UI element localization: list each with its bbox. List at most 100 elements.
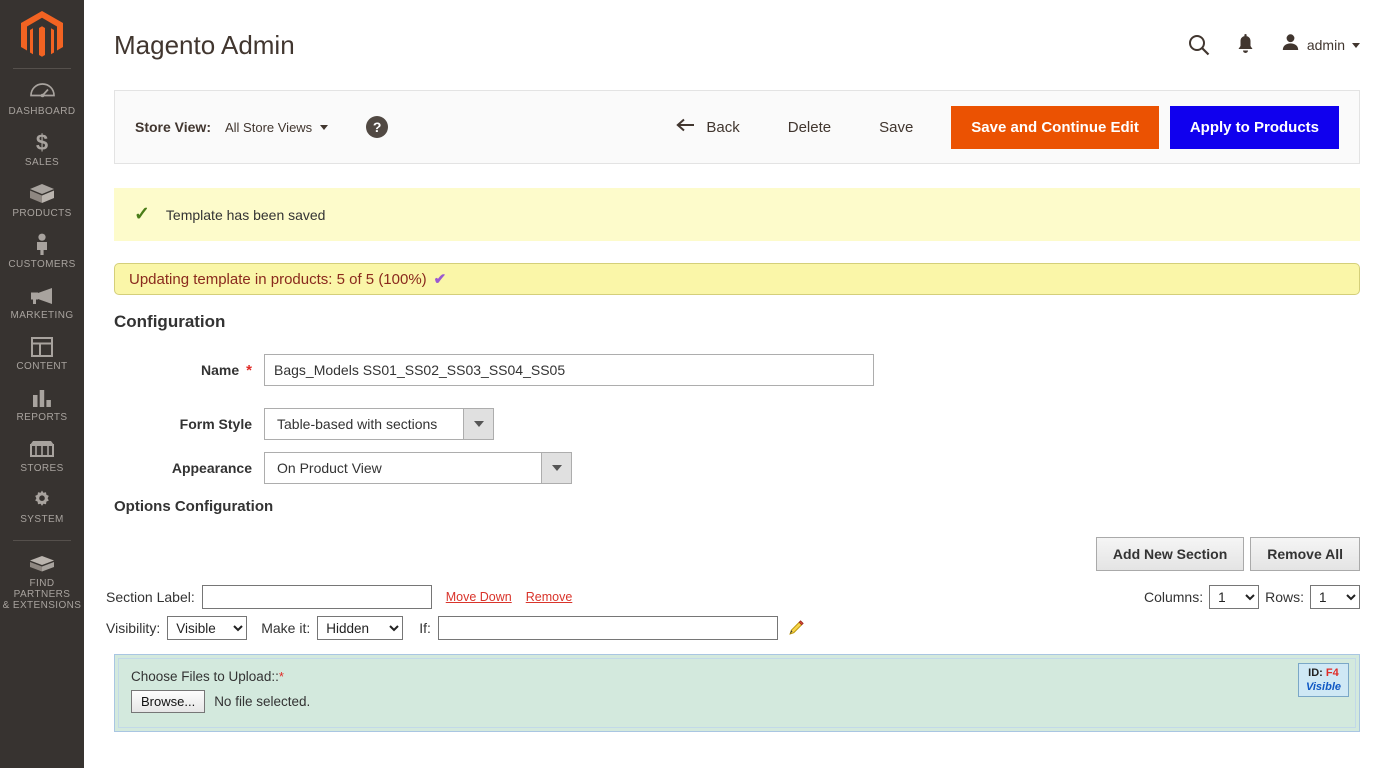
appearance-label: Appearance — [171, 460, 252, 476]
apply-to-products-button[interactable]: Apply to Products — [1169, 105, 1339, 149]
field-id-line: ID: F4 — [1306, 666, 1341, 680]
pencil-icon[interactable] — [786, 618, 806, 638]
visibility-select[interactable]: Visible — [167, 616, 248, 640]
magento-logo-icon[interactable] — [19, 10, 65, 60]
columns-rows-controls: Columns: 1 Rows: 1 — [1144, 585, 1360, 609]
page-title: Magento Admin — [114, 29, 295, 60]
field-id-prefix: ID: — [1308, 667, 1323, 679]
form-style-select[interactable]: Table-based with sections — [264, 408, 494, 440]
name-input[interactable] — [264, 354, 874, 386]
section-label-input[interactable] — [201, 585, 432, 609]
rows-label: Rows: — [1265, 589, 1304, 605]
store-view-select[interactable]: All Store Views — [225, 119, 329, 135]
sidebar-item-label: PRODUCTS — [12, 208, 72, 219]
remove-all-button[interactable]: Remove All — [1250, 537, 1360, 571]
form-style-label: Form Style — [179, 416, 252, 432]
save-button[interactable]: Save — [855, 119, 937, 136]
bar-chart-icon — [31, 386, 53, 409]
form-style-row: Form Style Table-based with sections — [84, 408, 1385, 440]
sidebar-item-label: MARKETING — [10, 310, 74, 321]
remove-link[interactable]: Remove — [526, 590, 573, 604]
sidebar-item-label: CUSTOMERS — [8, 259, 76, 270]
sidebar-item-sales[interactable]: $ SALES — [0, 124, 84, 175]
extension-icon — [29, 552, 55, 575]
page-actions-toolbar: Store View: All Store Views ? Back Delet… — [114, 90, 1360, 164]
columns-label: Columns: — [1143, 589, 1204, 605]
svg-text:$: $ — [36, 131, 48, 154]
delete-button-label: Delete — [787, 118, 832, 136]
delete-button[interactable]: Delete — [764, 119, 855, 136]
columns-select[interactable]: 1 — [1209, 585, 1260, 609]
toolbar-buttons: Back Delete Save Save and Continue Edit … — [652, 105, 1339, 149]
visibility-label: Visibility: — [106, 620, 161, 636]
sidebar-item-reports[interactable]: REPORTS — [0, 379, 84, 430]
file-input-row: Browse... No file selected. — [131, 690, 1343, 713]
browse-button[interactable]: Browse... — [131, 690, 206, 713]
sidebar-item-find-partners[interactable]: FIND PARTNERS & EXTENSIONS — [0, 545, 84, 618]
admin-user-menu[interactable]: admin — [1281, 33, 1360, 57]
sidebar-item-label: STORES — [20, 463, 64, 474]
storefront-icon — [29, 437, 55, 460]
sidebar-item-label: FIND PARTNERS & EXTENSIONS — [2, 578, 82, 611]
sidebar-item-label: SALES — [24, 157, 60, 168]
name-label-text: Name — [201, 362, 240, 378]
visibility-row: Visibility: Visible Make it: Hidden If: — [84, 616, 1385, 640]
sidebar-item-content[interactable]: CONTENT — [0, 328, 84, 379]
sidebar-item-customers[interactable]: CUSTOMERS — [0, 226, 84, 277]
sidebar-item-products[interactable]: PRODUCTS — [0, 175, 84, 226]
add-new-section-button[interactable]: Add New Section — [1095, 537, 1245, 571]
gear-icon — [31, 488, 53, 511]
main-content: Magento Admin admin Store View: All Stor… — [84, 0, 1385, 768]
required-asterisk: * — [246, 361, 252, 379]
field-id-value: F4 — [1325, 667, 1339, 679]
sidebar-item-label: DASHBOARD — [8, 106, 76, 117]
section-editor: Section Label: Move Down Remove Columns:… — [84, 585, 1385, 640]
move-down-link[interactable]: Move Down — [446, 590, 512, 604]
form-style-value: Table-based with sections — [277, 416, 438, 432]
field-id-badge: ID: F4 Visible — [1297, 663, 1349, 697]
appearance-select[interactable]: On Product View — [264, 452, 572, 484]
progress-message-text: Updating template in products: 5 of 5 (1… — [129, 270, 427, 288]
search-icon[interactable] — [1188, 34, 1210, 56]
check-icon: ✓ — [134, 204, 150, 225]
page-header: Magento Admin admin — [84, 0, 1385, 90]
layout-icon — [31, 335, 53, 358]
section-toolbar: Add New Section Remove All — [84, 537, 1360, 571]
sidebar-item-label: REPORTS — [16, 412, 68, 423]
chevron-down-icon — [463, 409, 493, 439]
name-field-label: Name * — [84, 362, 264, 379]
file-upload-label-text: Choose Files to Upload:: — [131, 669, 279, 684]
dollar-icon: $ — [34, 131, 50, 154]
field-visibility-badge: Visible — [1305, 681, 1341, 693]
file-upload-label: Choose Files to Upload::* — [131, 669, 1343, 684]
save-button-label: Save — [879, 118, 914, 136]
success-message-text: Template has been saved — [165, 206, 326, 223]
sidebar-item-stores[interactable]: STORES — [0, 430, 84, 481]
megaphone-icon — [29, 284, 55, 307]
if-condition-input[interactable] — [437, 616, 778, 640]
required-asterisk: * — [278, 669, 284, 684]
sidebar-item-system[interactable]: SYSTEM — [0, 481, 84, 532]
chevron-down-icon — [320, 124, 329, 130]
sidebar-item-dashboard[interactable]: DASHBOARD — [0, 73, 84, 124]
save-and-continue-edit-button[interactable]: Save and Continue Edit — [951, 105, 1159, 149]
bell-icon[interactable] — [1236, 34, 1255, 56]
rows-select[interactable]: 1 — [1310, 585, 1360, 609]
check-icon: ✔ — [433, 271, 447, 288]
appearance-row: Appearance On Product View — [84, 452, 1385, 484]
store-view-switcher: Store View: All Store Views — [135, 119, 329, 135]
dashboard-icon — [29, 80, 55, 103]
store-view-value: All Store Views — [225, 119, 313, 135]
back-button[interactable]: Back — [652, 118, 763, 136]
name-field-row: Name * — [84, 354, 1385, 386]
progress-message: Updating template in products: 5 of 5 (1… — [114, 263, 1360, 295]
no-file-selected-text: No file selected. — [214, 694, 311, 709]
configuration-form: Name * Form Style Table-based with secti… — [84, 354, 1385, 484]
make-it-select[interactable]: Hidden — [317, 616, 404, 640]
chevron-down-icon — [541, 453, 571, 483]
sidebar-item-marketing[interactable]: MARKETING — [0, 277, 84, 328]
help-icon[interactable]: ? — [366, 116, 389, 138]
box-icon — [29, 182, 55, 205]
if-label: If: — [419, 620, 431, 636]
file-upload-panel-inner: Choose Files to Upload::* Browse... No f… — [118, 658, 1356, 728]
